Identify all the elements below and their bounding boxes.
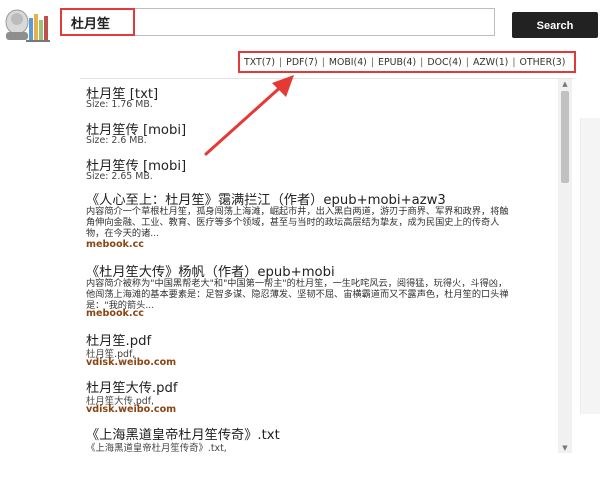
- result-size: Size: 2.6 MB.: [86, 135, 147, 146]
- separator: |: [465, 56, 469, 68]
- result-source-link[interactable]: vdisk.weibo.com: [86, 357, 176, 368]
- results-panel: 杜月笙 [txt] Size: 1.76 MB. 杜月笙传 [mobi] Siz…: [80, 78, 574, 455]
- results-scrollbar[interactable]: ▲ ▼: [558, 79, 572, 453]
- result-source-link[interactable]: vdisk.weibo.com: [86, 404, 176, 415]
- search-input[interactable]: [60, 8, 495, 36]
- annotation-arrow: [204, 75, 294, 156]
- result-size: Size: 2.65 MB.: [86, 171, 153, 182]
- result-source-link[interactable]: mebook.cc: [86, 239, 144, 250]
- scroll-thumb[interactable]: [561, 91, 569, 183]
- separator: |: [321, 56, 325, 68]
- separator: |: [279, 56, 283, 68]
- scroll-down-arrow-icon[interactable]: ▼: [558, 443, 572, 453]
- search-button[interactable]: Search: [512, 12, 598, 38]
- side-panel-edge: [580, 118, 600, 414]
- format-epub-link[interactable]: EPUB(4): [378, 57, 416, 68]
- result-description: 内容简介被称为"中国黑帮老大"和"中国第一帮主"的杜月笙，一生叱咤风云，阅得猛，…: [86, 278, 509, 312]
- separator: |: [420, 56, 424, 68]
- format-txt-link[interactable]: TXT(7): [244, 57, 275, 68]
- result-description: 内容简介一个草根杜月笙，孤身闯荡上海滩，崛起市井，出入黑白两道，游刃于商界、军界…: [86, 206, 509, 240]
- format-pdf-link[interactable]: PDF(7): [286, 57, 318, 68]
- result-size: Size: 1.76 MB.: [86, 99, 153, 110]
- format-doc-link[interactable]: DOC(4): [427, 57, 461, 68]
- scroll-up-arrow-icon[interactable]: ▲: [558, 79, 572, 89]
- separator: |: [370, 56, 375, 68]
- format-azw-link[interactable]: AZW(1): [473, 57, 508, 68]
- format-other-link[interactable]: OTHER(3): [520, 57, 566, 68]
- result-snippet: 《上海黑道皇帝杜月笙传奇》.txt,: [86, 443, 227, 454]
- page: Search TXT(7)| PDF(7)| MOBI(4)| EPUB(4)|…: [0, 0, 600, 484]
- result-source-link[interactable]: mebook.cc: [86, 308, 144, 319]
- separator: |: [512, 56, 516, 68]
- site-logo[interactable]: [4, 6, 50, 44]
- format-mobi-link[interactable]: MOBI(4): [329, 57, 367, 68]
